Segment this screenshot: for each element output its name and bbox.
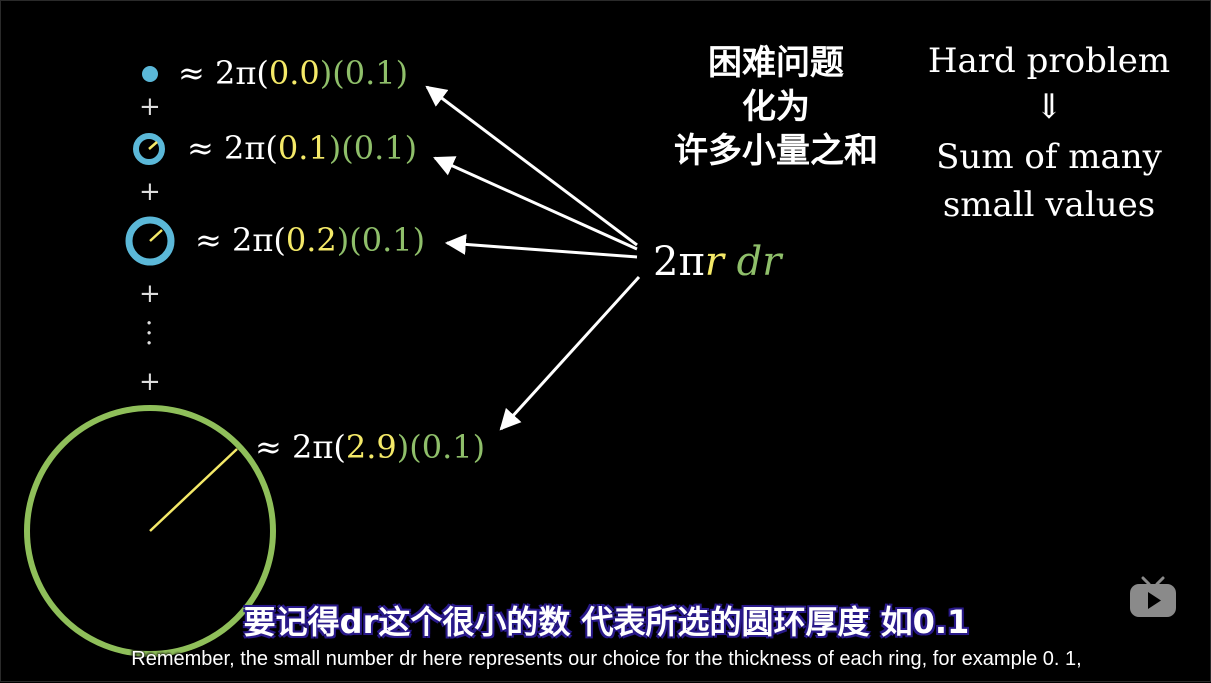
arrow-to-term-4	[499, 275, 641, 431]
english-title-line-3: small values	[942, 185, 1156, 225]
term-4: ≈ 2π(2.9)(0.1)	[255, 431, 485, 463]
chinese-title-line-3: 许多小量之和	[674, 131, 878, 171]
subtitle-english: Remember, the small number dr here repre…	[131, 648, 1082, 670]
radius-medium	[149, 229, 163, 242]
term-4-mid: )(	[396, 428, 422, 466]
down-double-arrow-icon: ⇓	[1034, 87, 1064, 127]
term-2-dr: 0.1	[353, 129, 405, 167]
plus-sign-2: +	[139, 177, 161, 207]
plus-sign-3: +	[139, 279, 161, 309]
term-1-mid: )(	[319, 54, 345, 92]
chinese-title: 困难问题 化为 许多小量之和	[641, 41, 911, 173]
term-3-dr: 0.1	[361, 221, 413, 259]
term-4-dr: 0.1	[421, 428, 473, 466]
expression-coefficient: 2π	[653, 239, 705, 285]
term-1-dr: 0.1	[344, 54, 396, 92]
english-title-line-1: Hard problem	[927, 41, 1171, 81]
term-1-r: 0.0	[268, 54, 320, 92]
term-3-prefix: ≈ 2π(	[195, 221, 286, 259]
expression-r: r	[704, 239, 724, 285]
arrow-to-term-1	[425, 85, 638, 247]
english-title-line-2: Sum of many	[936, 137, 1162, 177]
video-frame: ≈ 2π(0.0)(0.1) + ≈ 2π(0.1)(0.1) + ≈ 2π(0…	[0, 0, 1211, 682]
integrand-expression: 2πr dr	[653, 239, 781, 285]
arrow-to-term-2	[433, 156, 638, 251]
term-3-r: 0.2	[285, 221, 337, 259]
plus-sign-4: +	[139, 367, 161, 397]
term-3: ≈ 2π(0.2)(0.1)	[195, 224, 425, 256]
english-title: Hard problem ⇓ Sum of many small values	[919, 37, 1179, 225]
subtitle-chinese: 要记得dr这个很小的数 代表所选的圆环厚度 如0.1	[243, 603, 970, 641]
term-1: ≈ 2π(0.0)(0.1)	[178, 57, 408, 89]
term-2-r: 0.1	[277, 129, 329, 167]
term-2-prefix: ≈ 2π(	[187, 129, 278, 167]
term-4-prefix: ≈ 2π(	[255, 428, 346, 466]
term-1-end: )	[395, 54, 409, 92]
plus-sign-1: +	[139, 92, 161, 122]
vertical-ellipsis: · · ·	[145, 309, 154, 359]
term-1-prefix: ≈ 2π(	[178, 54, 269, 92]
term-2-end: )	[404, 129, 418, 167]
term-4-r: 2.9	[345, 428, 397, 466]
chinese-title-line-1: 困难问题	[708, 43, 844, 83]
term-4-end: )	[472, 428, 486, 466]
expression-dr: dr	[736, 239, 782, 285]
arrow-to-term-3	[444, 233, 638, 259]
chinese-title-line-2: 化为	[742, 87, 810, 127]
radius-small	[148, 141, 158, 150]
term-2: ≈ 2π(0.1)(0.1)	[187, 132, 417, 164]
term-3-end: )	[412, 221, 426, 259]
term-3-mid: )(	[336, 221, 362, 259]
term-2-mid: )(	[328, 129, 354, 167]
radius-large	[149, 448, 238, 532]
ring-dot	[142, 66, 158, 82]
